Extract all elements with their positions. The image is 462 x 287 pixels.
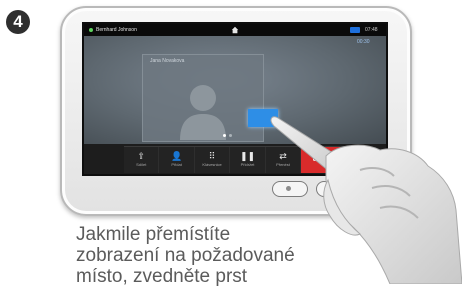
page-indicator <box>223 134 232 137</box>
keypad-icon: ⠿ <box>208 152 216 162</box>
add-participant-label: Přidat <box>171 162 182 167</box>
step-number-badge: 4 <box>6 10 30 34</box>
remote-participant-label: Jana Novakova <box>150 58 185 64</box>
hold-button[interactable]: ❚❚ Přidržet <box>230 147 266 173</box>
keypad-label: Klávesnice <box>202 162 222 167</box>
page-dot <box>223 134 226 137</box>
call-duration: 00:30 <box>357 39 370 45</box>
hold-label: Přidržet <box>240 162 255 167</box>
hold-icon: ❚❚ <box>239 152 256 162</box>
status-bar: Bernhard Johnson 07:48 <box>84 24 386 36</box>
add-participant-icon: 👤 <box>171 152 183 162</box>
share-button[interactable]: ⇪ Sdílet <box>124 147 160 173</box>
caption-line: zobrazení na požadované <box>76 245 295 266</box>
page-dot <box>229 134 232 137</box>
share-label: Sdílet <box>136 162 147 167</box>
presence-dot-icon <box>89 28 93 32</box>
clock: 07:48 <box>365 27 378 33</box>
caption-line: Jakmile přemístíte <box>76 224 231 245</box>
camera-indicator-icon <box>350 27 360 33</box>
instruction-caption: Jakmile přemístíte zobrazení na požadova… <box>76 224 336 287</box>
home-icon[interactable] <box>231 26 239 34</box>
add-participant-button[interactable]: 👤 Přidat <box>159 147 195 173</box>
share-icon: ⇪ <box>137 152 145 162</box>
avatar-silhouette-icon <box>180 85 226 140</box>
user-name[interactable]: Bernhard Johnson <box>96 26 137 34</box>
keypad-button[interactable]: ⠿ Klávesnice <box>195 147 231 173</box>
